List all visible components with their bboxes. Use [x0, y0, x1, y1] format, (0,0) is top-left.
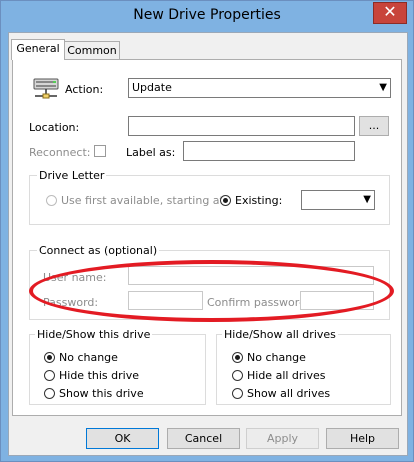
tab-general[interactable]: General: [11, 39, 65, 60]
drive-no-change-label: No change: [59, 351, 118, 364]
action-value: Update: [132, 81, 172, 94]
all-no-change-radio[interactable]: [232, 352, 243, 363]
existing-drive-select[interactable]: ▼: [301, 190, 375, 210]
general-tab-panel: Action: Update ▼ Location: ... Reconnect…: [12, 59, 402, 416]
all-no-change-label: No change: [247, 351, 306, 364]
confirm-password-label: Confirm password:: [207, 296, 310, 309]
password-label: Password:: [43, 296, 99, 309]
show-this-drive-radio[interactable]: [44, 388, 55, 399]
cancel-button[interactable]: Cancel: [167, 428, 240, 449]
confirm-password-input[interactable]: [300, 291, 374, 310]
location-input[interactable]: [128, 116, 355, 136]
network-drive-icon: [33, 78, 59, 99]
password-input[interactable]: [128, 291, 203, 310]
existing-radio[interactable]: [220, 195, 231, 206]
show-all-drives-radio[interactable]: [232, 388, 243, 399]
action-label: Action:: [65, 83, 104, 96]
drive-no-change-radio[interactable]: [44, 352, 55, 363]
location-label: Location:: [29, 121, 80, 134]
tab-common[interactable]: Common: [64, 41, 120, 60]
show-all-drives-label: Show all drives: [247, 387, 331, 400]
user-name-label: User name:: [43, 271, 107, 284]
hide-this-drive-label: Hide this drive: [59, 369, 139, 382]
user-name-input[interactable]: [128, 266, 374, 285]
connect-as-title: Connect as (optional): [37, 244, 160, 257]
label-as-label: Label as:: [126, 146, 176, 159]
title-bar: New Drive Properties ✕: [1, 1, 413, 32]
existing-label: Existing:: [235, 194, 283, 207]
drive-letter-title: Drive Letter: [37, 169, 107, 182]
label-as-input[interactable]: [183, 141, 355, 161]
window-title: New Drive Properties: [133, 7, 281, 23]
hide-show-all-title: Hide/Show all drives: [222, 328, 338, 341]
show-this-drive-label: Show this drive: [59, 387, 144, 400]
help-button[interactable]: Help: [326, 428, 399, 449]
hide-all-drives-radio[interactable]: [232, 370, 243, 381]
first-available-label: Use first available, starting at:: [61, 194, 228, 207]
close-button[interactable]: ✕: [373, 2, 407, 24]
reconnect-label: Reconnect:: [29, 146, 91, 159]
apply-button[interactable]: Apply: [246, 428, 319, 449]
hide-all-drives-label: Hide all drives: [247, 369, 326, 382]
reconnect-checkbox[interactable]: [94, 145, 106, 157]
chevron-down-icon: ▼: [379, 82, 387, 93]
browse-button[interactable]: ...: [359, 116, 389, 136]
hide-show-drive-title: Hide/Show this drive: [35, 328, 153, 341]
chevron-down-icon: ▼: [363, 194, 371, 205]
action-select[interactable]: Update ▼: [128, 78, 391, 98]
dialog-window: New Drive Properties ✕ General Common Ac…: [0, 0, 414, 462]
first-available-radio[interactable]: [46, 195, 57, 206]
dialog-client-area: General Common Action: Update ▼ Location…: [8, 32, 408, 456]
hide-this-drive-radio[interactable]: [44, 370, 55, 381]
ok-button[interactable]: OK: [86, 428, 159, 449]
